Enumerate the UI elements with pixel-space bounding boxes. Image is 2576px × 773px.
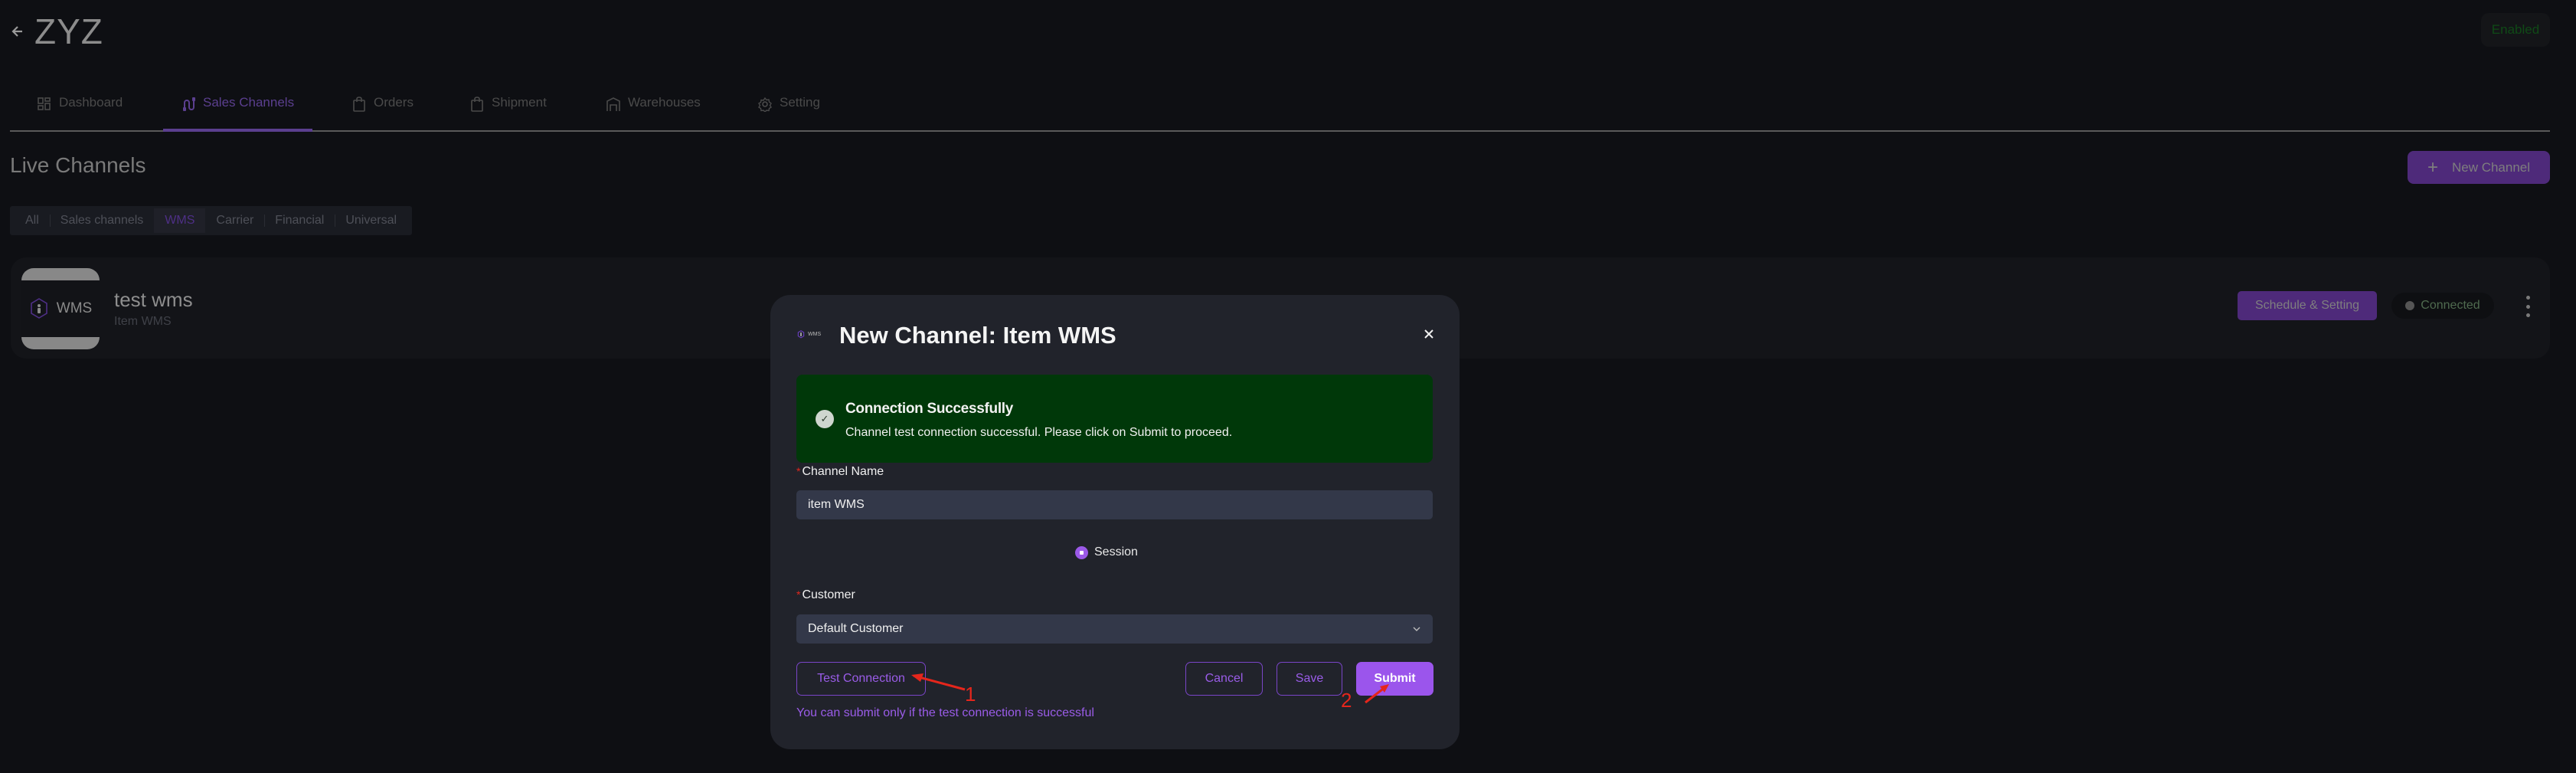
- filter-carrier[interactable]: Carrier: [205, 208, 264, 233]
- modal-logo: WMS: [797, 330, 821, 339]
- tab-warehouses[interactable]: Warehouses: [606, 95, 701, 132]
- tab-label: Dashboard: [59, 95, 123, 110]
- status-dot-icon: [2405, 301, 2415, 310]
- tab-sales-channels[interactable]: Sales Channels: [162, 95, 313, 132]
- modal-logo-text: WMS: [808, 332, 822, 337]
- modal-title: New Channel: Item WMS: [839, 322, 1116, 349]
- tab-shipment[interactable]: Shipment: [470, 95, 547, 132]
- tab-setting[interactable]: Setting: [758, 95, 820, 132]
- section-title: Live Channels: [10, 153, 146, 177]
- annotation-label-1: 1: [965, 683, 976, 706]
- tab-bar: Dashboard Sales Channels Orders Shipment…: [10, 86, 2550, 132]
- more-options-icon[interactable]: [2522, 296, 2533, 317]
- warehouse-icon: [606, 97, 620, 111]
- tab-label: Sales Channels: [203, 95, 295, 110]
- schedule-setting-button[interactable]: Schedule & Setting: [2238, 291, 2377, 320]
- chevron-down-icon: [1413, 627, 1420, 631]
- channel-name: test wms: [114, 288, 193, 311]
- tab-label: Setting: [780, 95, 820, 110]
- gear-icon: [758, 97, 772, 112]
- filter-sales-channels[interactable]: Sales channels: [49, 208, 155, 233]
- tab-dashboard[interactable]: Dashboard: [38, 95, 123, 132]
- customer-label: * Customer: [796, 588, 855, 601]
- channel-type-filter: All Sales channels WMS Carrier Financial…: [10, 206, 413, 235]
- submit-button[interactable]: Submit: [1356, 662, 1433, 696]
- plus-icon: +: [2427, 156, 2438, 178]
- close-icon[interactable]: [1421, 327, 1437, 342]
- success-alert: ✓ Connection Successfully Channel test c…: [796, 375, 1433, 463]
- tab-label: Orders: [374, 95, 414, 110]
- channel-name-label: * Channel Name: [796, 465, 884, 478]
- filter-universal[interactable]: Universal: [335, 208, 407, 233]
- wms-hexagon-icon: [30, 298, 47, 319]
- shopping-bag-icon: [353, 97, 365, 112]
- filter-financial[interactable]: Financial: [264, 208, 335, 233]
- filter-wms[interactable]: WMS: [154, 208, 206, 233]
- dashboard-grid-icon: [38, 97, 51, 110]
- cancel-button[interactable]: Cancel: [1185, 662, 1263, 696]
- annotation-label-2: 2: [1341, 689, 1352, 712]
- channels-plug-icon: [183, 97, 195, 111]
- filter-all[interactable]: All: [15, 208, 50, 233]
- test-connection-button[interactable]: Test Connection: [796, 662, 926, 696]
- back-arrow-icon[interactable]: [11, 23, 27, 40]
- alert-message: Channel test connection successful. Plea…: [845, 426, 1233, 439]
- required-marker: *: [796, 465, 801, 477]
- new-channel-button[interactable]: + New Channel: [2408, 151, 2550, 184]
- logo-text: WMS: [56, 300, 93, 316]
- tab-orders[interactable]: Orders: [352, 95, 414, 132]
- channel-logo: WMS: [21, 268, 100, 349]
- wms-hexagon-icon: [797, 330, 805, 339]
- submit-hint: You can submit only if the test connecti…: [796, 706, 1094, 719]
- customer-select[interactable]: Default Customer: [796, 614, 1433, 644]
- session-radio-option[interactable]: Session: [1075, 545, 1138, 559]
- required-marker: *: [796, 588, 801, 601]
- customer-value: Default Customer: [808, 622, 904, 635]
- page-title: ZYZ: [34, 11, 103, 51]
- alert-title: Connection Successfully: [845, 401, 1014, 417]
- status-text: Connected: [2421, 299, 2480, 312]
- enabled-status-badge[interactable]: Enabled: [2481, 13, 2550, 47]
- connection-status-badge: Connected: [2391, 293, 2494, 319]
- radio-label: Session: [1094, 545, 1138, 558]
- check-circle-icon: ✓: [816, 410, 834, 428]
- channel-name-input[interactable]: [796, 490, 1433, 519]
- tab-label: Warehouses: [628, 95, 701, 110]
- tab-label: Shipment: [492, 95, 547, 110]
- new-channel-label: New Channel: [2451, 159, 2531, 175]
- save-button[interactable]: Save: [1277, 662, 1342, 696]
- radio-selected-icon[interactable]: [1075, 545, 1088, 559]
- shopping-bag-icon: [471, 97, 483, 112]
- new-channel-modal: WMS New Channel: Item WMS ✓ Connection S…: [770, 295, 1460, 749]
- channel-type: Item WMS: [114, 315, 172, 328]
